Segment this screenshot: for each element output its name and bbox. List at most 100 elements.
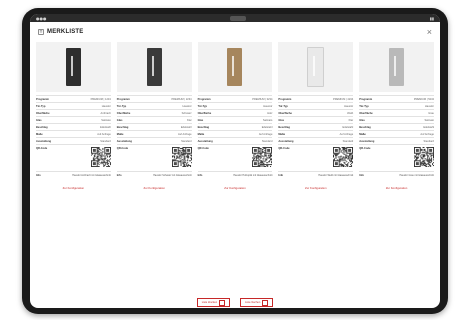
spec-label: Glas <box>36 118 42 122</box>
spec-row: Maße Auf Anfrage <box>359 130 434 137</box>
trash-icon <box>262 299 269 306</box>
product-card: Programm PREMIUM | 4234 Tür-Typ Haustür Ober… <box>278 42 354 190</box>
spec-row: Oberfläche Schwarz <box>116 109 192 116</box>
configure-link[interactable]: Zur Konfiguration <box>359 186 434 190</box>
spec-value: Satinato <box>262 118 273 122</box>
close-icon[interactable]: × <box>427 27 432 37</box>
spec-row: Glas Satinato <box>36 116 111 123</box>
spec-value: Auf Anfrage <box>258 132 273 136</box>
spec-table: Programm PREMIUM | 3234 Tür-Typ Haustür Ober… <box>197 95 273 183</box>
note-value: Haustür Anthrazit mit Glasausschnitt <box>72 174 111 177</box>
qr-code-icon <box>333 147 354 167</box>
delete-list-button[interactable]: Liste löschen <box>240 298 274 307</box>
spec-label: Glas <box>359 118 365 122</box>
spec-label: Oberfläche <box>197 111 212 115</box>
spec-value: PREMIUM | 1234 <box>90 97 111 101</box>
spec-label: Tür-Typ <box>116 104 127 108</box>
qr-label: QR-Code <box>278 147 290 150</box>
spec-value: Standard <box>423 139 434 143</box>
note-label: Info <box>36 174 41 177</box>
status-right: ▮▮ <box>429 15 434 21</box>
spec-row: Oberfläche Grau <box>359 109 434 116</box>
note-row: Info Haustür Grau mit Glasausschnitt <box>359 171 434 183</box>
spec-label: Maße <box>359 132 366 136</box>
note-value: Haustür Schwarz mit Glasausschnitt <box>153 174 192 177</box>
qr-row: QR-Code <box>359 144 434 171</box>
print-list-button[interactable]: Liste drucken <box>196 298 231 307</box>
spec-row: Ausstattung Standard <box>116 137 192 144</box>
spec-row: Glas Satinato <box>359 116 434 123</box>
spec-row: Maße Auf Anfrage <box>116 130 192 137</box>
spec-label: Tür-Typ <box>359 104 369 108</box>
spec-row: Oberfläche Weiß <box>278 109 354 116</box>
modal-header: MERKLISTE × <box>30 22 440 42</box>
door-graphic <box>146 48 162 86</box>
spec-value: Auf Anfrage <box>420 132 434 136</box>
address-bar[interactable] <box>230 15 247 21</box>
spec-value: Haustür <box>182 104 192 108</box>
spec-label: Ausstattung <box>116 139 132 143</box>
spec-label: Oberfläche <box>278 111 292 115</box>
spec-label: Programm <box>359 97 373 101</box>
configure-link[interactable]: Zur Konfiguration <box>278 186 353 190</box>
qr-code-icon <box>171 147 192 167</box>
modal-title-text: MERKLISTE <box>47 29 84 35</box>
status-left: ●●● <box>36 15 47 21</box>
spec-row: Beschlag Edelstahl <box>116 123 192 130</box>
door-graphic <box>227 48 243 86</box>
product-card: Programm PREMIUM | 2234 Tür-Typ Haustür Ober… <box>116 42 192 190</box>
spec-value: Klar <box>348 118 354 122</box>
door-image <box>197 42 273 92</box>
note-value: Haustür Holzoptik mit Glasausschnitt <box>233 174 273 177</box>
spec-value: Satinato <box>424 118 434 122</box>
spec-value: Edelstahl <box>423 125 434 129</box>
spec-value: Haustür <box>344 104 354 108</box>
print-icon <box>219 299 226 306</box>
spec-row: Ausstattung Standard <box>197 137 273 144</box>
spec-row: Glas Satinato <box>197 116 273 123</box>
spec-label: Glas <box>197 118 204 122</box>
spec-table: Programm PREMIUM | 1234 Tür-Typ Haustür Ober… <box>36 95 111 183</box>
configure-link[interactable]: Zur Konfiguration <box>198 186 273 190</box>
spec-value: Edelstahl <box>342 125 354 129</box>
product-cards: Programm PREMIUM | 1234 Tür-Typ Haustür Ober… <box>30 42 440 190</box>
spec-value: Standard <box>342 139 354 143</box>
modal-footer: Liste drucken Liste löschen <box>30 298 440 307</box>
modal-title: MERKLISTE <box>38 29 83 35</box>
spec-value: Anthrazit <box>100 111 111 115</box>
spec-label: Oberfläche <box>116 111 131 115</box>
spec-label: Maße <box>197 132 205 136</box>
qr-row: QR-Code <box>197 144 273 171</box>
spec-label: Glas <box>278 118 285 122</box>
spec-value: PREMIUM | 2234 <box>171 97 192 101</box>
spec-label: Programm <box>116 97 130 101</box>
spec-row: Programm PREMIUM | 2234 <box>116 95 192 102</box>
spec-row: Glas Klar <box>278 116 354 123</box>
spec-value: Holz <box>267 111 273 115</box>
spec-row: Programm PREMIUM | 4234 <box>278 95 354 102</box>
spec-value: PREMIUM | 3234 <box>252 97 273 101</box>
spec-label: Tür-Typ <box>197 104 208 108</box>
door-image <box>359 42 434 92</box>
product-card: Programm PREMIUM | 3234 Tür-Typ Haustür Ober… <box>197 42 273 190</box>
qr-row: QR-Code <box>36 144 111 171</box>
spec-row: Tür-Typ Haustür <box>116 102 192 109</box>
spec-label: Maße <box>116 132 124 136</box>
spec-row: Ausstattung Standard <box>278 137 354 144</box>
note-row: Info Haustür Schwarz mit Glasausschnitt <box>116 171 192 183</box>
spec-table: Programm PREMIUM | 5234 Tür-Typ Haustür Ober… <box>359 95 434 183</box>
spec-label: Beschlag <box>359 125 371 129</box>
spec-row: Tür-Typ Haustür <box>278 102 354 109</box>
spec-label: Oberfläche <box>359 111 373 115</box>
configure-link[interactable]: Zur Konfiguration <box>117 186 192 190</box>
spec-label: Ausstattung <box>36 139 52 143</box>
spec-value: Auf Anfrage <box>97 132 111 136</box>
spec-value: Edelstahl <box>261 125 273 129</box>
spec-value: Satinato <box>101 118 111 122</box>
configure-link[interactable]: Zur Konfiguration <box>36 186 111 190</box>
spec-row: Tür-Typ Haustür <box>36 102 111 109</box>
spec-value: Standard <box>100 139 111 143</box>
product-card: Programm PREMIUM | 1234 Tür-Typ Haustür Ober… <box>36 42 111 190</box>
tablet-screen: ●●● ▮▮ MERKLISTE × Programm PREMIUM | 123… <box>30 14 440 308</box>
spec-row: Oberfläche Holz <box>197 109 273 116</box>
